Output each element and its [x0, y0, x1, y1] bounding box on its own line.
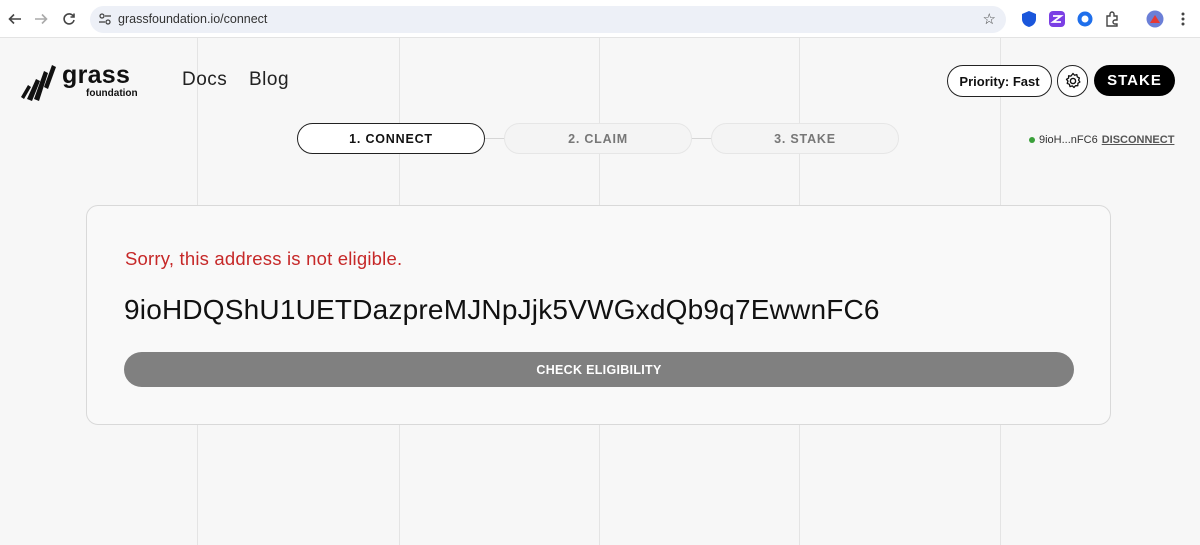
- connected-status-dot: [1029, 137, 1035, 143]
- browser-toolbar: grassfoundation.io/connect ☆: [0, 0, 1200, 38]
- extensions-puzzle-icon[interactable]: [1104, 10, 1122, 28]
- wallet-full-address: 9ioHDQShU1UETDazpreMJNpJjk5VWGxdQb9q7Eww…: [124, 294, 880, 325]
- grass-logo[interactable]: grass foundation: [20, 61, 150, 103]
- shield-extension-icon[interactable]: [1020, 10, 1038, 28]
- eligibility-card: Sorry, this address is not eligible. 9io…: [86, 205, 1111, 425]
- step-connector: [691, 138, 712, 139]
- bookmark-star-icon[interactable]: ☆: [983, 10, 996, 28]
- back-arrow-icon[interactable]: [4, 8, 26, 30]
- logo-wordmark: grass: [62, 61, 131, 89]
- extension-purple-icon[interactable]: [1048, 10, 1066, 28]
- stake-button[interactable]: STAKE: [1094, 65, 1175, 96]
- site-info-icon[interactable]: [97, 11, 113, 27]
- reload-icon[interactable]: [58, 8, 80, 30]
- more-vert-icon[interactable]: [1174, 10, 1192, 28]
- step-connector: [485, 138, 505, 139]
- wallet-status: 9ioH...nFC6 DISCONNECT: [1029, 134, 1174, 146]
- profile-avatar-icon[interactable]: [1146, 10, 1164, 28]
- wallet-short-address: 9ioH...nFC6: [1039, 134, 1098, 146]
- gear-icon: [1065, 72, 1081, 89]
- logo-subtitle: foundation: [86, 88, 138, 99]
- address-bar[interactable]: grassfoundation.io/connect ☆: [90, 6, 1006, 33]
- step-claim[interactable]: 2. CLAIM: [504, 123, 692, 154]
- url-text[interactable]: grassfoundation.io/connect: [118, 12, 267, 26]
- grass-logo-icon: [21, 65, 56, 101]
- step-connect[interactable]: 1. CONNECT: [297, 123, 485, 154]
- nav-docs-link[interactable]: Docs: [182, 69, 227, 91]
- step-stake[interactable]: 3. STAKE: [711, 123, 899, 154]
- forward-arrow-icon[interactable]: [30, 8, 52, 30]
- extension-blue-circle-icon[interactable]: [1076, 10, 1094, 28]
- disconnect-link[interactable]: DISCONNECT: [1102, 134, 1175, 146]
- eligibility-error-message: Sorry, this address is not eligible.: [125, 248, 403, 269]
- check-eligibility-button[interactable]: CHECK ELIGIBILITY: [124, 352, 1074, 387]
- priority-button[interactable]: Priority: Fast: [947, 65, 1052, 97]
- page-content: grass foundation Docs Blog Priority: Fas…: [0, 38, 1200, 545]
- settings-button[interactable]: [1057, 65, 1088, 97]
- nav-blog-link[interactable]: Blog: [249, 69, 289, 91]
